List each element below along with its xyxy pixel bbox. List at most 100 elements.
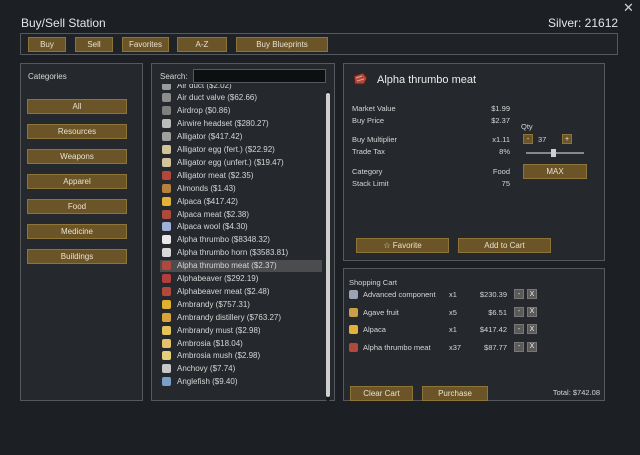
item-row[interactable]: Ambrosia ($18.04)	[160, 337, 322, 349]
purchase-button[interactable]: Purchase	[422, 386, 488, 401]
item-label: Ambrandy distillery ($763.27)	[177, 312, 282, 322]
qty-increase-button[interactable]: +	[562, 134, 572, 144]
item-row[interactable]: Alpaca ($417.42)	[160, 195, 322, 207]
cart-item-decrease-button[interactable]: -	[514, 289, 524, 299]
cart-item-qty: x1	[449, 325, 457, 334]
clear-cart-button[interactable]: Clear Cart	[350, 386, 413, 401]
item-label: Air duct valve ($62.66)	[177, 93, 258, 103]
alligator-icon	[162, 132, 171, 142]
item-row[interactable]: Ambrandy must ($2.98)	[160, 324, 322, 336]
item-row[interactable]: Air duct valve ($62.66)	[160, 92, 322, 104]
scroll-thumb[interactable]	[326, 93, 330, 397]
item-list-panel: Search: Air duct ($2.02) Air duct valve (…	[151, 63, 335, 401]
qty-slider-thumb[interactable]	[551, 149, 556, 157]
item-row[interactable]: Alligator ($417.42)	[160, 131, 322, 143]
category-weapons-button[interactable]: Weapons	[27, 149, 127, 164]
search-input[interactable]	[193, 69, 326, 83]
cart-item-decrease-button[interactable]: -	[514, 306, 524, 317]
ambrosia-icon	[162, 338, 171, 348]
item-row[interactable]: Alpaca wool ($4.30)	[160, 221, 322, 233]
item-label: Alphabeaver meat ($2.48)	[177, 286, 270, 296]
categories-panel: Categories All Resources Weapons Apparel…	[20, 63, 143, 401]
item-label: Alphabeaver ($292.19)	[177, 274, 259, 283]
close-icon[interactable]: ✕	[623, 0, 634, 16]
item-label: Almonds ($1.43)	[177, 183, 236, 193]
item-row[interactable]: Air duct ($2.02)	[160, 84, 322, 91]
stack-limit-label: Stack Limit	[352, 179, 389, 188]
item-row[interactable]: Alpaca meat ($2.38)	[160, 208, 322, 220]
cart-item-decrease-button[interactable]: -	[514, 341, 524, 352]
cart-item-remove-button[interactable]: X	[527, 306, 537, 317]
sort-az-button[interactable]: A-Z	[177, 37, 227, 52]
item-row[interactable]: Alligator egg (fert.) ($22.92)	[160, 144, 322, 156]
category-resources-button[interactable]: Resources	[27, 124, 127, 139]
item-row[interactable]: Anchovy ($7.74)	[160, 363, 322, 375]
cart-item-name: Alpha thrumbo meat	[363, 342, 431, 352]
valve-icon	[162, 93, 171, 103]
item-label: Airdrop ($0.86)	[177, 106, 231, 116]
beaver-icon	[162, 274, 171, 283]
sell-tab-button[interactable]: Sell	[75, 37, 113, 52]
cart-item-decrease-button[interactable]: -	[514, 324, 524, 334]
item-row[interactable]: Alphabeaver ($292.19)	[160, 273, 322, 285]
item-row[interactable]: Ambrosia mush ($2.98)	[160, 350, 322, 362]
item-label: Ambrosia ($18.04)	[177, 338, 243, 348]
meat-icon	[162, 209, 171, 219]
cart-item-remove-button[interactable]: X	[527, 289, 537, 299]
detail-panel: Alpha thrumbo meat Market Value $1.99 Bu…	[343, 63, 605, 261]
item-row[interactable]: Alligator egg (unfert.) ($19.47)	[160, 156, 322, 168]
category-food-button[interactable]: Food	[27, 199, 127, 214]
buy-multiplier-label: Buy Multiplier	[352, 135, 398, 144]
category-buildings-button[interactable]: Buildings	[27, 249, 127, 264]
distillery-icon	[162, 312, 171, 322]
cart-item-price: $6.51	[488, 307, 507, 317]
search-label: Search:	[160, 72, 188, 81]
item-row[interactable]: Anglefish ($9.40)	[160, 376, 322, 388]
favorites-button[interactable]: Favorites	[122, 37, 169, 52]
category-apparel-button[interactable]: Apparel	[27, 174, 127, 189]
cart-item-remove-button[interactable]: X	[527, 341, 537, 352]
category-all-button[interactable]: All	[27, 99, 127, 114]
cart-item-name: Advanced component	[363, 290, 436, 299]
add-to-cart-button[interactable]: Add to Cart	[458, 238, 551, 253]
alpaca-icon	[162, 196, 171, 206]
item-row[interactable]: Alligator meat ($2.35)	[160, 169, 322, 181]
item-row[interactable]: Ambrandy ($757.31)	[160, 298, 322, 310]
nut-icon	[162, 183, 171, 193]
duct-icon	[162, 84, 171, 90]
item-row[interactable]: Almonds ($1.43)	[160, 182, 322, 194]
meat-icon	[353, 72, 368, 85]
cart-item-qty: x1	[449, 290, 457, 299]
item-row[interactable]: Alpha thrumbo meat ($2.37)	[160, 259, 322, 272]
thrumbo-icon	[162, 235, 171, 245]
qty-decrease-button[interactable]: -	[523, 134, 533, 144]
item-row[interactable]: Ambrandy distillery ($763.27)	[160, 311, 322, 323]
item-row[interactable]: Airwire headset ($280.27)	[160, 118, 322, 130]
cart-item-remove-button[interactable]: X	[527, 324, 537, 334]
detail-item-name: Alpha thrumbo meat	[377, 74, 477, 86]
item-row[interactable]: Alpha thrumbo horn ($3583.81)	[160, 247, 322, 259]
trade-tax: 8%	[499, 147, 510, 156]
item-label: Alpha thrumbo ($8348.32)	[177, 235, 270, 245]
item-label: Alpaca wool ($4.30)	[177, 222, 248, 232]
meat-icon	[162, 286, 171, 296]
buy-tab-button[interactable]: Buy	[28, 37, 66, 52]
buy-sell-window: Buy/Sell Station Silver: 21612 ✕ Buy Sel…	[0, 0, 640, 455]
item-row[interactable]: Alphabeaver meat ($2.48)	[160, 285, 322, 297]
category-medicine-button[interactable]: Medicine	[27, 224, 127, 239]
headset-icon	[162, 119, 171, 129]
item-label: Alpaca ($417.42)	[177, 196, 238, 206]
item-label: Alpaca meat ($2.38)	[177, 209, 250, 219]
qty-value[interactable]: 37	[538, 135, 546, 144]
item-label: Ambrandy must ($2.98)	[177, 325, 261, 335]
item-label: Alligator meat ($2.35)	[177, 170, 254, 180]
item-row[interactable]: Airdrop ($0.86)	[160, 105, 322, 117]
favorite-button[interactable]: ☆ Favorite	[356, 238, 449, 253]
item-row[interactable]: Alpha thrumbo ($8348.32)	[160, 234, 322, 246]
buy-blueprints-button[interactable]: Buy Blueprints	[236, 37, 328, 52]
item-list-scrollbar[interactable]	[326, 91, 330, 401]
max-qty-button[interactable]: MAX	[523, 164, 587, 179]
stack-limit: 75	[501, 179, 510, 188]
shopping-cart-panel: Shopping Cart Advanced component x1 $230.3…	[343, 268, 605, 401]
meat-icon	[162, 170, 171, 180]
